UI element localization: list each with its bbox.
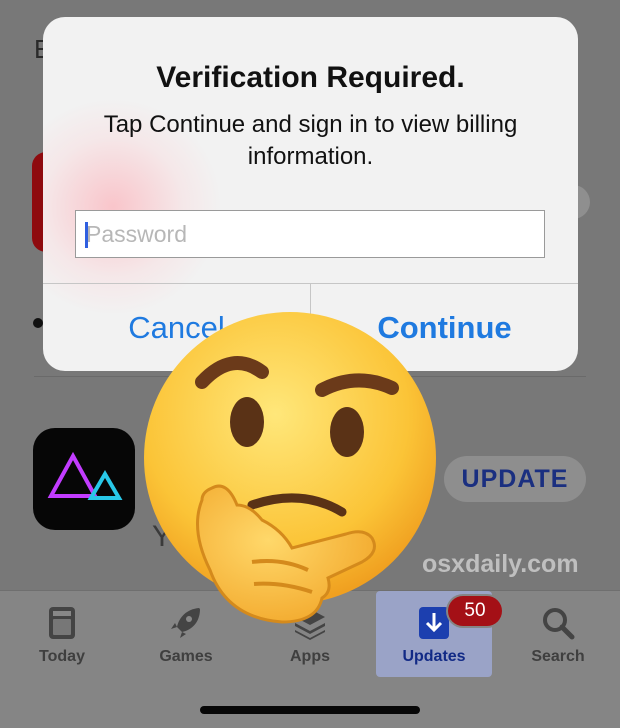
bullet-dot bbox=[33, 318, 43, 328]
home-indicator[interactable] bbox=[200, 706, 420, 714]
alert-message: Tap Continue and sign in to view billing… bbox=[103, 111, 518, 170]
alert-title: Verification Required. bbox=[156, 61, 465, 94]
tab-search[interactable]: Search bbox=[496, 591, 620, 677]
app-icon[interactable] bbox=[33, 428, 135, 530]
site-watermark: osxdaily.com bbox=[422, 550, 579, 578]
tab-today[interactable]: Today bbox=[0, 591, 124, 677]
search-icon bbox=[540, 603, 576, 643]
updates-count-badge: 50 bbox=[448, 596, 502, 626]
update-button[interactable]: UPDATE bbox=[444, 456, 586, 502]
tab-label: Games bbox=[159, 648, 213, 665]
tab-label: Apps bbox=[290, 648, 330, 665]
tab-label: Updates bbox=[402, 648, 466, 665]
today-icon bbox=[47, 603, 77, 643]
tab-label: Today bbox=[39, 648, 85, 665]
tab-label: Search bbox=[531, 648, 585, 665]
password-field[interactable] bbox=[75, 210, 545, 258]
triangle-logo-icon bbox=[47, 451, 123, 500]
thinking-face-emoji-icon bbox=[144, 312, 436, 624]
text-caret bbox=[85, 222, 88, 248]
